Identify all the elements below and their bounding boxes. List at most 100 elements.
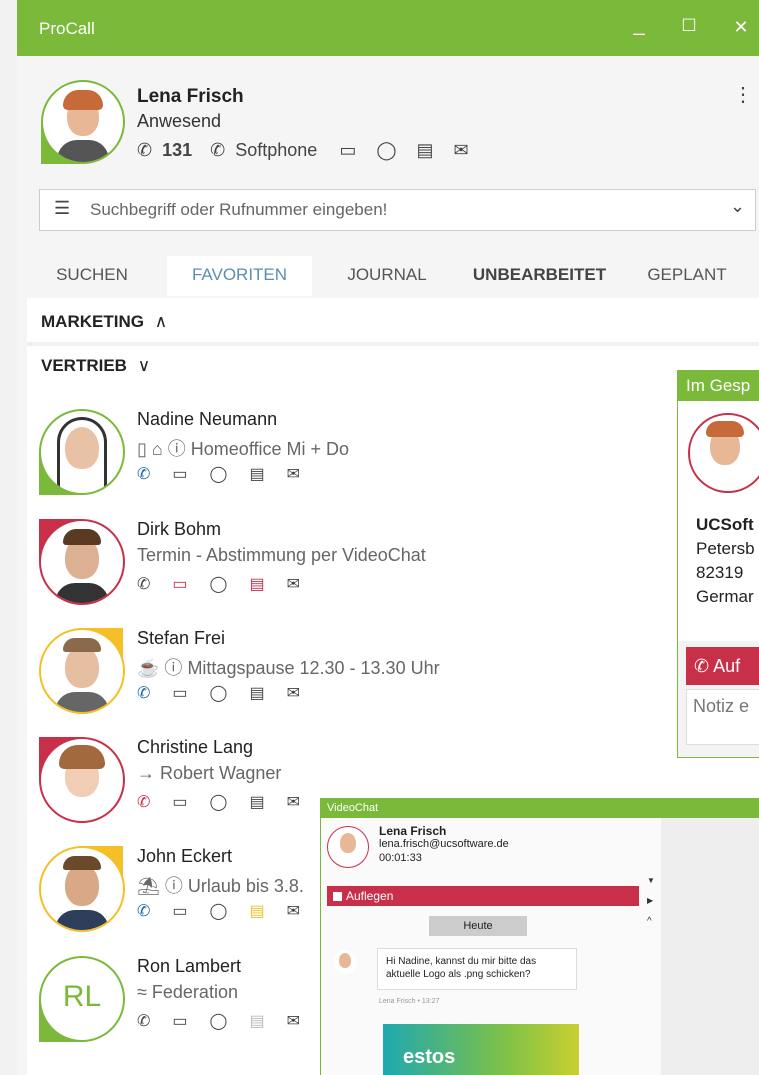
videochat-avatar: [327, 826, 369, 868]
chat-icon[interactable]: ◯: [210, 683, 228, 703]
avatar: [39, 409, 125, 495]
video-icon[interactable]: ▭: [172, 792, 187, 812]
stop-icon: [333, 892, 342, 902]
mail-icon[interactable]: ✉: [287, 901, 300, 921]
chevron-up-icon: ∧: [154, 312, 168, 331]
group-vertrieb[interactable]: VERTRIEB ∨: [41, 356, 150, 376]
note-input[interactable]: Notiz e: [686, 689, 759, 745]
search-bar[interactable]: ☰ Suchbegriff oder Rufnummer eingeben! ⌄: [39, 189, 756, 231]
contact-name: Nadine Neumann: [137, 409, 278, 429]
tab-suchen[interactable]: SUCHEN: [37, 256, 147, 296]
video-icon[interactable]: ▭: [172, 683, 187, 703]
video-icon[interactable]: ▭: [172, 574, 187, 594]
videochat-duration: 00:01:33: [379, 852, 422, 864]
contact-name: Stefan Frei: [137, 628, 226, 648]
videochat-window: VideoChat Lena Frisch lena.frisch@ucsoft…: [320, 798, 759, 1075]
tab-unbearbeitet[interactable]: UNBEARBEITET: [457, 256, 622, 296]
calendar-icon[interactable]: ▤: [249, 574, 264, 594]
contact-name: Dirk Bohm: [137, 519, 222, 539]
mail-icon[interactable]: ✉: [287, 683, 300, 703]
avatar: [39, 737, 125, 823]
tab-geplant[interactable]: GEPLANT: [637, 256, 737, 296]
scroll-down-icon[interactable]: ▼: [647, 876, 655, 885]
search-input[interactable]: Suchbegriff oder Rufnummer eingeben!: [90, 200, 387, 220]
calendar-icon[interactable]: ▤: [249, 901, 264, 921]
hangup-phone-icon: ✆: [694, 656, 710, 676]
mail-icon[interactable]: ✉: [287, 464, 300, 484]
maximize-button[interactable]: ☐: [677, 16, 701, 36]
contact-status: ☕ ⓘ Mittagspause 12.30 - 13.30 Uhr: [137, 658, 440, 678]
avatar-initials: RL: [62, 980, 102, 1013]
scroll-right-icon[interactable]: ▶: [647, 896, 653, 905]
chat-icon[interactable]: ◯: [210, 1011, 228, 1031]
contact-dirk-bohm[interactable]: Dirk Bohm Termin - Abstimmung per VideoC…: [39, 519, 426, 623]
estos-logo-text: estos: [403, 1046, 456, 1068]
chat-icon[interactable]: ◯: [210, 574, 228, 594]
contact-actions: ✆ ▭ ◯ ▤ ✉: [137, 574, 300, 594]
tab-favoriten[interactable]: FAVORITEN: [167, 256, 312, 296]
videochat-hangup-button[interactable]: Auflegen: [327, 886, 639, 906]
title-bar: ProCall _ ☐ ✕: [17, 0, 759, 56]
contact-name: Ron Lambert: [137, 956, 242, 976]
chat-icon[interactable]: ◯: [210, 901, 228, 921]
videochat-caller-email: lena.frisch@ucsoftware.de: [379, 838, 509, 850]
avatar: [39, 846, 125, 932]
contact-name: John Eckert: [137, 846, 233, 866]
mail-icon[interactable]: ✉: [287, 792, 300, 812]
phone-icon[interactable]: ✆: [137, 683, 150, 703]
videochat-caller-name: Lena Frisch: [379, 824, 447, 838]
phone-icon[interactable]: ✆: [137, 901, 150, 921]
mail-icon[interactable]: ✉: [287, 574, 300, 594]
estos-logo-image[interactable]: estos: [383, 1024, 579, 1075]
calendar-icon[interactable]: ▤: [416, 140, 433, 161]
message-meta: Lena Frisch • 13:27: [379, 998, 440, 1005]
calendar-icon[interactable]: ▤: [249, 683, 264, 703]
procall-window: ProCall _ ☐ ✕ Lena Frisch Anwesend ✆ 131…: [0, 0, 759, 1075]
phone-icon: ✆: [137, 140, 153, 160]
phone-icon[interactable]: ✆: [137, 1011, 150, 1031]
video-icon[interactable]: ▭: [339, 140, 356, 161]
chevron-down-icon[interactable]: ⌄: [730, 196, 745, 217]
hangup-button[interactable]: ✆ Auf: [686, 647, 759, 685]
user-status[interactable]: Anwesend: [137, 111, 221, 132]
tab-bar: SUCHEN FAVORITEN JOURNAL UNBEARBEITET GE…: [17, 256, 759, 298]
minimize-button[interactable]: _: [627, 14, 651, 37]
mail-icon[interactable]: ✉: [287, 1011, 300, 1031]
video-icon[interactable]: ▭: [172, 901, 187, 921]
contact-stefan-frei[interactable]: Stefan Frei ☕ ⓘ Mittagspause 12.30 - 13.…: [39, 628, 440, 732]
contact-status: Termin - Abstimmung per VideoChat: [137, 545, 426, 565]
user-actions: ✆ 131 ✆ Softphone ▭ ◯ ▤ ✉: [137, 140, 469, 161]
group-marketing[interactable]: MARKETING ∧: [41, 312, 167, 332]
mail-icon[interactable]: ✉: [454, 140, 469, 161]
chat-icon[interactable]: ◯: [210, 464, 228, 484]
caller-company: UCSoft: [696, 515, 754, 534]
tab-journal[interactable]: JOURNAL: [327, 256, 447, 296]
close-button[interactable]: ✕: [729, 17, 753, 38]
contact-actions: ✆ ▭ ◯ ▤ ✉: [137, 683, 300, 703]
user-name: Lena Frisch: [137, 86, 244, 107]
contact-status: → Robert Wagner: [137, 763, 282, 783]
phone-icon[interactable]: ✆: [137, 574, 150, 594]
chat-icon[interactable]: ◯: [376, 140, 396, 161]
date-separator: Heute: [429, 916, 527, 936]
calendar-icon[interactable]: ▤: [249, 1011, 264, 1031]
phone-icon[interactable]: ✆: [137, 792, 150, 812]
contact-name: Christine Lang: [137, 737, 254, 757]
avatar: [39, 519, 125, 605]
phone-icon[interactable]: ✆: [137, 464, 150, 484]
videochat-title: VideoChat: [321, 798, 759, 818]
scroll-up-icon[interactable]: ^: [647, 916, 652, 927]
calendar-icon[interactable]: ▤: [249, 792, 264, 812]
video-icon[interactable]: ▭: [172, 1011, 187, 1031]
chat-message: Hi Nadine, kannst du mir bitte das aktue…: [377, 948, 577, 990]
more-menu-icon[interactable]: ⋮: [733, 82, 753, 107]
database-icon: ☰: [54, 198, 71, 218]
contact-actions: ✆ ▭ ◯ ▤ ✉: [137, 901, 300, 921]
user-avatar[interactable]: [41, 80, 125, 164]
user-extension[interactable]: 131: [162, 140, 192, 161]
softphone-label[interactable]: Softphone: [235, 140, 317, 161]
contact-nadine-neumann[interactable]: Nadine Neumann ▯ ⌂ ⓘ Homeoffice Mi + Do …: [39, 409, 399, 513]
calendar-icon[interactable]: ▤: [249, 464, 264, 484]
chat-icon[interactable]: ◯: [210, 792, 228, 812]
video-icon[interactable]: ▭: [172, 464, 187, 484]
